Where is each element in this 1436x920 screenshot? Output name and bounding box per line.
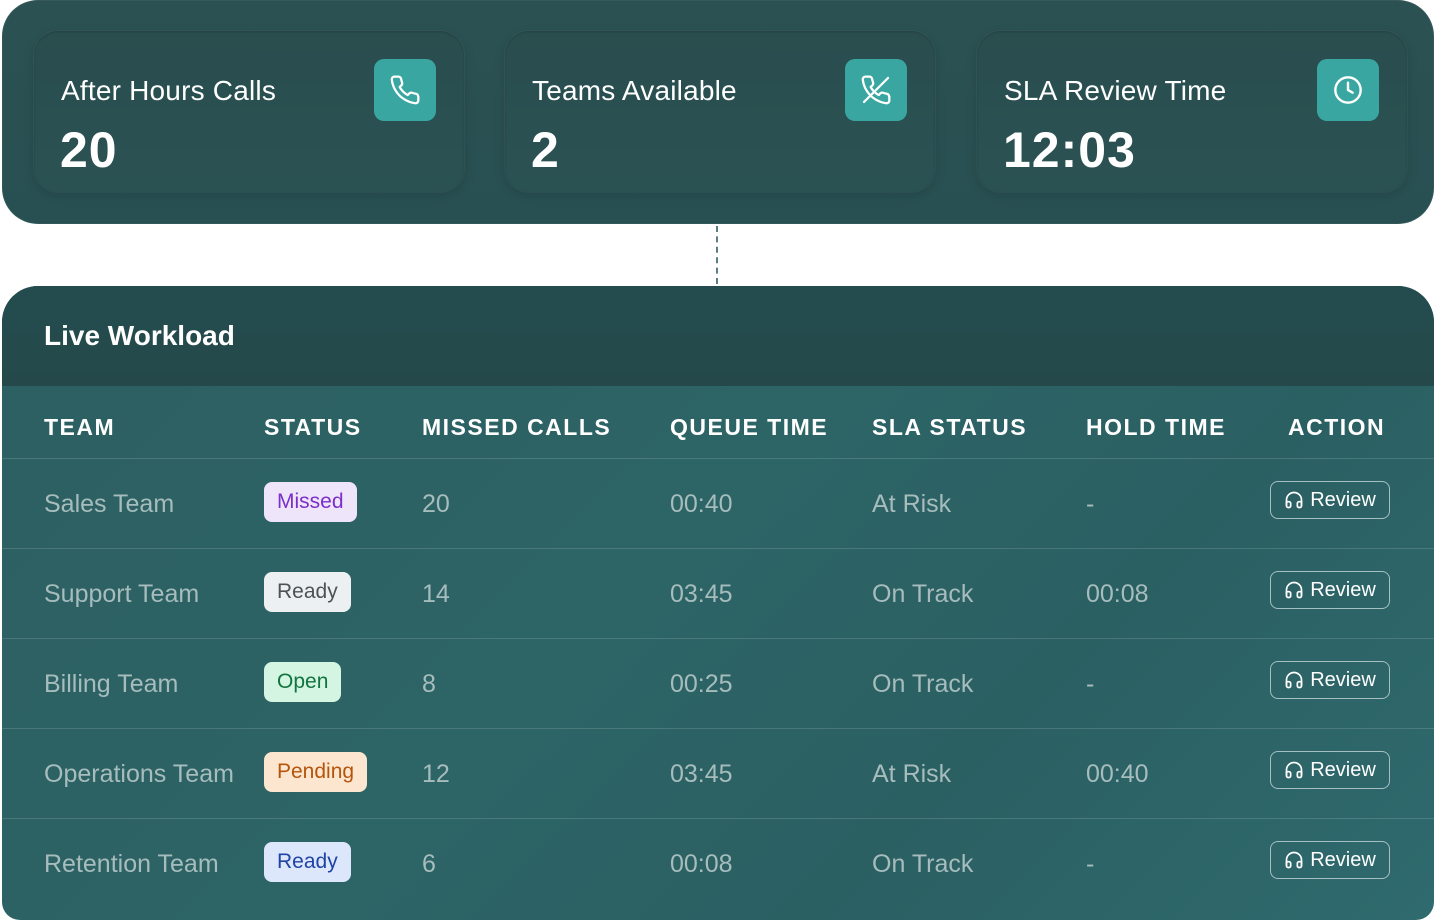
table-row: Operations Team Pending 12 03:45 At Risk… [2, 729, 1434, 819]
review-label: Review [1310, 488, 1376, 511]
status-badge: Pending [264, 752, 368, 792]
table-row: Sales Team Missed 20 00:40 At Risk - Rev… [2, 459, 1434, 549]
hold-time: - [1086, 670, 1095, 698]
review-label: Review [1310, 668, 1376, 691]
review-button[interactable]: Review [1270, 571, 1390, 609]
hold-time: - [1086, 850, 1095, 878]
headset-icon [1284, 850, 1304, 870]
hold-time: - [1086, 490, 1095, 518]
kpi-label: SLA Review Time [1004, 75, 1227, 106]
table-row: Support Team Ready 14 03:45 On Track 00:… [2, 549, 1434, 639]
review-button[interactable]: Review [1270, 841, 1390, 879]
column-header-missed-calls: MISSED CALLS [422, 414, 612, 440]
team-name: Operations Team [44, 760, 234, 788]
review-label: Review [1310, 758, 1376, 781]
kpi-value: 12:03 [1003, 122, 1136, 178]
panel-header: Live Workload [2, 286, 1434, 386]
missed-calls: 8 [422, 670, 436, 698]
sla-status: On Track [872, 580, 974, 608]
team-name: Retention Team [44, 850, 219, 878]
headset-icon [1284, 670, 1304, 690]
queue-time: 00:25 [670, 670, 733, 698]
column-header-hold-time: HOLD TIME [1086, 414, 1226, 440]
status-badge: Open [264, 662, 342, 702]
live-workload-panel: Live Workload TEAM STATUS MISSED CALLS Q… [2, 286, 1434, 920]
table-header: TEAM STATUS MISSED CALLS QUEUE TIME SLA … [2, 386, 1434, 459]
phone-icon [374, 59, 436, 121]
column-header-sla-status: SLA STATUS [872, 414, 1028, 440]
column-header-queue-time: QUEUE TIME [670, 414, 829, 440]
team-name: Billing Team [44, 670, 179, 698]
status-badge: Ready [264, 572, 351, 612]
review-label: Review [1310, 848, 1376, 871]
kpi-card-after-hours-calls: After Hours Calls 20 [34, 31, 464, 192]
review-button[interactable]: Review [1270, 661, 1390, 699]
sla-status: At Risk [872, 490, 952, 518]
sla-status: At Risk [872, 760, 952, 788]
column-header-status: STATUS [264, 414, 362, 440]
kpi-label: Teams Available [532, 75, 737, 106]
column-header-action: ACTION [1288, 414, 1386, 440]
kpi-label: After Hours Calls [61, 75, 277, 106]
queue-time: 03:45 [670, 760, 733, 788]
sla-status: On Track [872, 670, 974, 698]
sla-status: On Track [872, 850, 974, 878]
status-badge: Ready [264, 842, 351, 882]
headset-icon [1284, 580, 1304, 600]
queue-time: 03:45 [670, 580, 733, 608]
status-badge: Missed [264, 482, 357, 522]
headset-icon [1284, 760, 1304, 780]
table-row: Retention Team Ready 6 00:08 On Track - … [2, 819, 1434, 908]
kpi-value: 2 [531, 122, 560, 178]
kpi-card-sla-review-time: SLA Review Time 12:03 [977, 31, 1407, 192]
hold-time: 00:08 [1086, 580, 1149, 608]
review-label: Review [1310, 578, 1376, 601]
team-name: Support Team [44, 580, 200, 608]
review-button[interactable]: Review [1270, 751, 1390, 789]
panel-title: Live Workload [44, 320, 235, 351]
phone-slash-icon [845, 59, 907, 121]
hold-time: 00:40 [1086, 760, 1149, 788]
missed-calls: 12 [422, 760, 450, 788]
review-button[interactable]: Review [1270, 481, 1390, 519]
headset-icon [1284, 490, 1304, 510]
queue-time: 00:08 [670, 850, 733, 878]
team-name: Sales Team [44, 490, 175, 518]
column-header-team: TEAM [44, 414, 116, 440]
missed-calls: 20 [422, 490, 450, 518]
kpi-panel: After Hours Calls 20 Teams Available 2 S… [2, 0, 1434, 224]
queue-time: 00:40 [670, 490, 733, 518]
kpi-card-teams-available: Teams Available 2 [505, 31, 935, 192]
dashed-connector [716, 226, 718, 284]
missed-calls: 14 [422, 580, 450, 608]
missed-calls: 6 [422, 850, 436, 878]
table-row: Billing Team Open 8 00:25 On Track - Rev… [2, 639, 1434, 729]
kpi-value: 20 [60, 122, 118, 178]
clock-icon [1317, 59, 1379, 121]
